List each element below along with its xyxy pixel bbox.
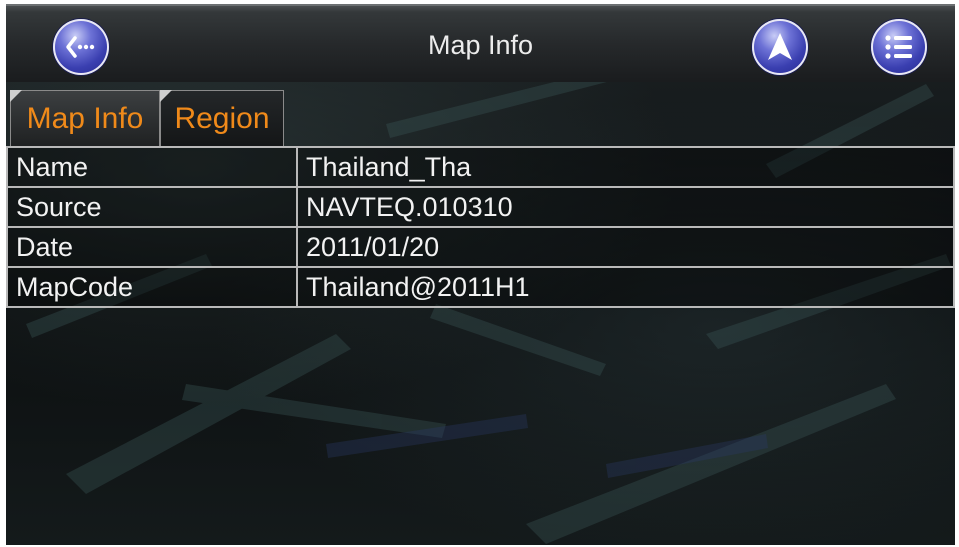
table-row: MapCode Thailand@2011H1 [6, 266, 955, 308]
page-title: Map Info [427, 30, 534, 60]
tab-map-info-label: Map Info [26, 102, 144, 135]
row-value: 2011/01/20 [296, 226, 955, 268]
title-bar: Map Info [6, 4, 955, 82]
menu-button[interactable] [871, 19, 927, 75]
table-row: Name Thailand_Tha [6, 146, 955, 188]
row-value: Thailand_Tha [296, 146, 955, 188]
map-info-screen: Map Info Map Info Region Name Thailand_T… [6, 4, 955, 545]
tab-region-label: Region [174, 102, 270, 135]
map-info-table: Name Thailand_Tha Source NAVTEQ.010310 D… [6, 146, 955, 308]
row-label: Name [6, 146, 298, 188]
table-row: Date 2011/01/20 [6, 226, 955, 268]
row-value: NAVTEQ.010310 [296, 186, 955, 228]
back-button[interactable] [53, 19, 109, 75]
tab-map-info[interactable]: Map Info [10, 90, 160, 146]
row-label: Date [6, 226, 298, 268]
row-label: Source [6, 186, 298, 228]
navigation-arrow-icon [768, 33, 792, 60]
navigate-button[interactable] [752, 19, 808, 75]
tab-region[interactable]: Region [160, 90, 284, 146]
table-row: Source NAVTEQ.010310 [6, 186, 955, 228]
list-menu-icon [885, 35, 912, 59]
row-label: MapCode [6, 266, 298, 308]
back-ellipsis-icon [66, 36, 95, 58]
row-value: Thailand@2011H1 [296, 266, 955, 308]
tab-bar: Map Info Region [6, 86, 955, 146]
